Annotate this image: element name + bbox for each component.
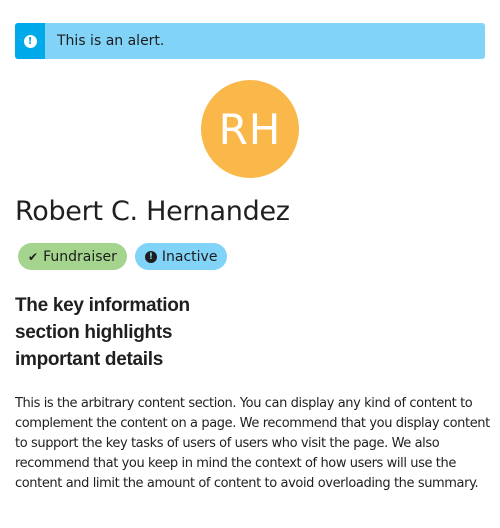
- alert-icon-container: !: [15, 23, 45, 59]
- alert-text: This is an alert.: [57, 33, 165, 49]
- exclamation-circle-icon: !: [23, 34, 37, 48]
- exclamation-circle-icon: !: [144, 250, 157, 263]
- badge-label: Inactive: [161, 248, 218, 265]
- badge-group: ✔ Fundraiser ! Inactive: [18, 243, 228, 270]
- alert-banner: ! This is an alert.: [15, 23, 485, 59]
- key-information-heading: The key information section highlights i…: [15, 295, 190, 370]
- check-icon: ✔: [28, 249, 39, 264]
- avatar: RH: [201, 80, 299, 178]
- badge-label: Fundraiser: [43, 248, 117, 265]
- profile-name: Robert C. Hernandez: [15, 196, 290, 227]
- badge-inactive: ! Inactive: [134, 243, 228, 270]
- content-paragraph: This is the arbitrary content section. Y…: [15, 396, 490, 491]
- badge-fundraiser: ✔ Fundraiser: [18, 243, 127, 270]
